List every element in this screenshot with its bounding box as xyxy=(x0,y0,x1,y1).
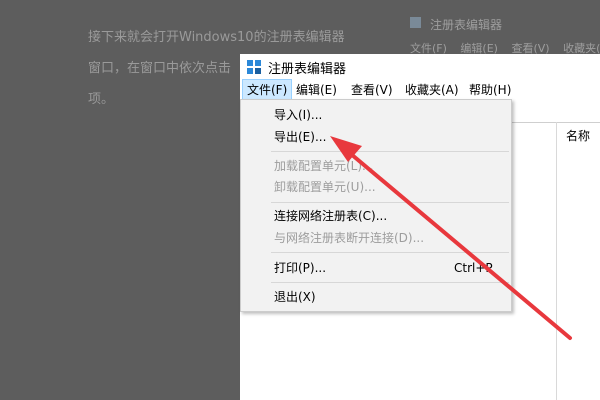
menu-item-label: 打印(P)... xyxy=(274,261,327,275)
menu-favorites[interactable]: 收藏夹(A) xyxy=(401,80,463,100)
menu-edit[interactable]: 编辑(E) xyxy=(292,80,341,100)
menu-item-export[interactable]: 导出(E)... xyxy=(241,126,511,148)
pane-divider-top xyxy=(510,122,600,123)
menu-view[interactable]: 查看(V) xyxy=(347,80,397,100)
menu-item-unload-hive[interactable]: 卸载配置单元(U)... xyxy=(241,176,511,198)
menu-separator xyxy=(271,252,509,253)
article-line: 接下来就会打开Windows10的注册表编辑器 xyxy=(88,30,345,45)
menu-item-label: 加载配置单元(L)... xyxy=(274,159,374,173)
registry-icon xyxy=(247,60,261,74)
menu-item-load-hive[interactable]: 加载配置单元(L)... xyxy=(241,155,511,177)
menu-item-label: 与网络注册表断开连接(D)... xyxy=(274,231,425,245)
menu-item-exit[interactable]: 退出(X) xyxy=(241,286,511,308)
menu-separator xyxy=(271,151,509,152)
pane-splitter[interactable] xyxy=(556,122,557,400)
menu-item-shortcut: Ctrl+P xyxy=(454,261,493,275)
menu-bar: 文件(F) 编辑(E) 查看(V) 收藏夹(A) 帮助(H) xyxy=(240,79,600,101)
menu-item-import[interactable]: 导入(I)... xyxy=(241,104,511,126)
menu-item-disconnect-network-registry[interactable]: 与网络注册表断开连接(D)... xyxy=(241,227,511,249)
menu-item-label: 连接网络注册表(C)... xyxy=(274,209,388,223)
file-menu-dropdown: 导入(I)... 导出(E)... 加载配置单元(L)... 卸载配置单元(U)… xyxy=(240,99,512,312)
menu-item-label: 卸载配置单元(U)... xyxy=(274,180,376,194)
background-window-title: 注册表编辑器 xyxy=(430,18,503,32)
menu-help[interactable]: 帮助(H) xyxy=(465,80,515,100)
menu-separator xyxy=(271,282,509,283)
menu-item-connect-network-registry[interactable]: 连接网络注册表(C)... xyxy=(241,205,511,227)
menu-item-label: 导入(I)... xyxy=(274,108,323,122)
menu-separator xyxy=(271,202,509,203)
menu-item-label: 退出(X) xyxy=(274,290,316,304)
registry-icon xyxy=(410,17,421,28)
window-title: 注册表编辑器 xyxy=(268,62,347,77)
menu-item-print[interactable]: 打印(P)... Ctrl+P xyxy=(241,257,511,279)
menu-item-label: 导出(E)... xyxy=(274,130,327,144)
menu-file[interactable]: 文件(F) xyxy=(242,79,293,101)
column-header-name[interactable]: 名称 xyxy=(566,127,590,144)
title-bar[interactable]: 注册表编辑器 xyxy=(240,54,600,80)
